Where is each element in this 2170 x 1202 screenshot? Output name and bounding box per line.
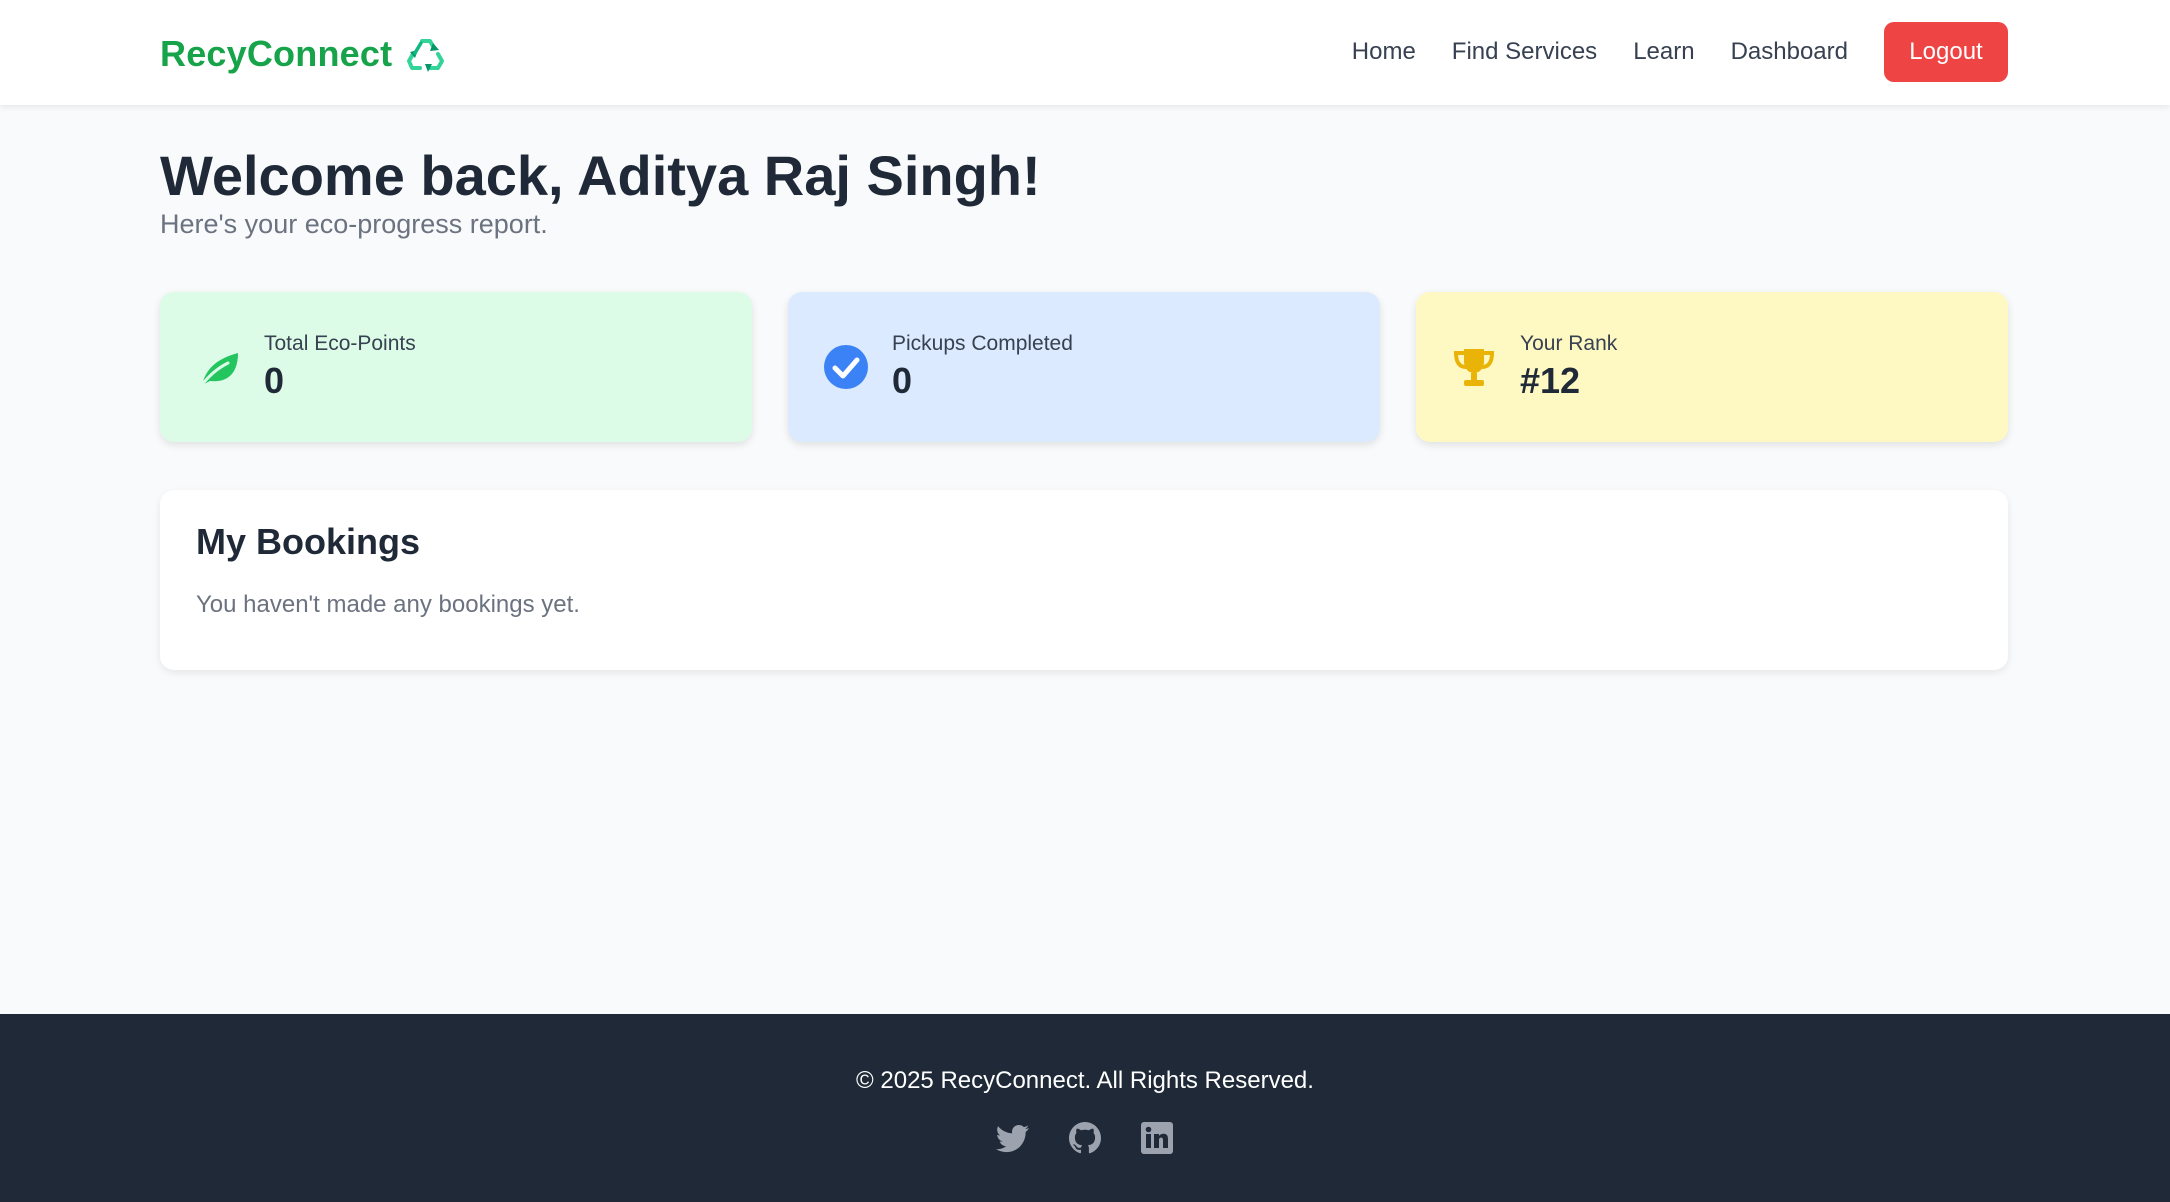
stat-label: Total Eco-Points	[264, 332, 416, 355]
footer-copyright: © 2025 RecyConnect. All Rights Reserved.	[856, 1067, 1314, 1094]
stat-value: 0	[264, 360, 285, 401]
stat-card-rank: Your Rank #12	[1416, 292, 2008, 442]
twitter-icon[interactable]	[995, 1120, 1031, 1156]
leaf-icon	[194, 343, 242, 391]
nav-dashboard[interactable]: Dashboard	[1731, 38, 1848, 66]
stat-card-eco-points: Total Eco-Points 0	[160, 292, 752, 442]
welcome-subtitle: Here's your eco-progress report.	[160, 209, 548, 239]
social-links	[0, 1120, 2170, 1156]
bookings-title: My Bookings	[196, 521, 421, 562]
footer	[0, 1014, 2170, 1202]
nav-home[interactable]: Home	[1352, 38, 1416, 66]
stat-value: 0	[892, 360, 913, 401]
nav-find-services[interactable]: Find Services	[1452, 38, 1597, 66]
bookings-panel: My Bookings You haven't made any booking…	[160, 490, 2008, 670]
top-navbar: RecyConnect Home Find Services Learn Das…	[0, 0, 2170, 105]
brand-logo-link[interactable]: RecyConnect	[160, 30, 446, 78]
linkedin-icon[interactable]	[1139, 1120, 1175, 1156]
bookings-empty-message: You haven't made any bookings yet.	[196, 591, 580, 618]
recycle-icon	[406, 34, 446, 74]
welcome-heading: Welcome back, Aditya Raj Singh!	[160, 144, 1041, 207]
stat-label: Pickups Completed	[892, 332, 1073, 355]
trophy-icon	[1450, 343, 1498, 391]
check-circle-icon	[822, 343, 870, 391]
github-icon[interactable]	[1067, 1120, 1103, 1156]
main-nav: Home Find Services Learn Dashboard Logou…	[1352, 22, 2008, 82]
logout-button[interactable]: Logout	[1884, 22, 2008, 82]
stat-label: Your Rank	[1520, 332, 1618, 355]
stat-card-pickups: Pickups Completed 0	[788, 292, 1380, 442]
stat-value: #12	[1520, 360, 1581, 401]
stats-row: Total Eco-Points 0 Pickups Completed 0 Y…	[160, 292, 2008, 442]
nav-learn[interactable]: Learn	[1633, 38, 1694, 66]
brand-name: RecyConnect	[160, 33, 393, 74]
